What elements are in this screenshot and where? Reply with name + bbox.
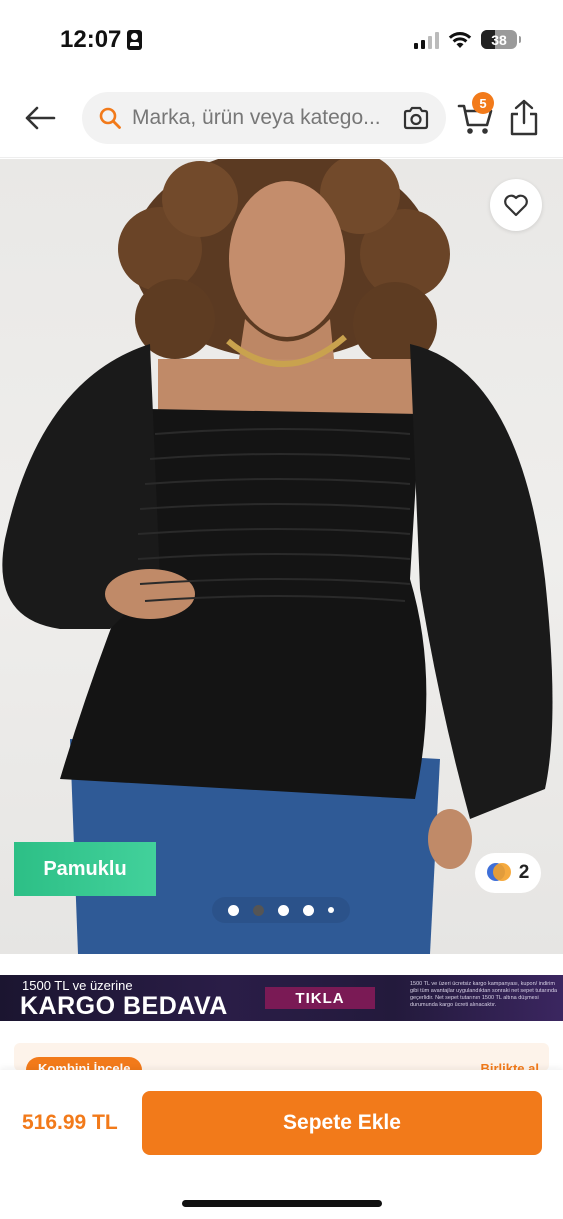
cellular-signal-icon	[414, 31, 439, 49]
promo-click-button[interactable]: TIKLA	[265, 987, 375, 1009]
cart-count-badge: 5	[472, 92, 494, 114]
home-indicator[interactable]	[182, 1200, 382, 1207]
battery-icon: 38	[481, 30, 521, 49]
search-icon	[98, 106, 122, 130]
combine-button[interactable]: Kombini İncele	[26, 1057, 143, 1071]
wifi-icon	[448, 31, 472, 48]
material-tag: Pamuklu	[14, 842, 156, 896]
battery-percent: 38	[491, 31, 507, 48]
color-options-button[interactable]: 2	[475, 853, 541, 893]
contact-card-icon	[127, 30, 143, 50]
carousel-dot[interactable]	[278, 904, 289, 916]
search-input[interactable]	[132, 106, 390, 130]
search-bar[interactable]	[82, 92, 446, 144]
bottom-action-bar: 516.99 TL Sepete Ekle	[0, 1070, 563, 1219]
camera-search-icon[interactable]	[402, 105, 430, 131]
carousel-dot[interactable]	[253, 904, 264, 916]
color-count: 2	[518, 862, 530, 883]
free-shipping-banner[interactable]: 1500 TL ve üzerine KARGO BEDAVA TIKLA 15…	[0, 975, 563, 1021]
heart-icon	[504, 194, 528, 217]
promo-fine-print: 1500 TL ve üzeri ücretsiz kargo kampanya…	[410, 981, 558, 1008]
back-button[interactable]	[20, 98, 60, 138]
promo-title: KARGO BEDAVA	[20, 992, 228, 1020]
status-bar: 12:07 38	[0, 0, 563, 80]
color-swatch-icon	[486, 863, 511, 883]
clock-text: 12:07	[60, 26, 122, 53]
image-carousel-indicator[interactable]	[212, 897, 350, 923]
promo-threshold-text: 1500 TL ve üzerine	[22, 978, 133, 993]
product-price: 516.99 TL	[22, 1111, 118, 1134]
combine-section: Kombini İncele Birlikte al	[14, 1043, 549, 1071]
favorite-button[interactable]	[490, 179, 542, 231]
status-time: 12:07	[60, 26, 143, 54]
carousel-dot[interactable]	[228, 904, 239, 916]
back-arrow-icon	[25, 106, 56, 130]
share-button[interactable]	[506, 98, 542, 138]
share-icon	[510, 99, 538, 136]
carousel-dot[interactable]	[328, 907, 334, 913]
product-image[interactable]	[0, 159, 563, 954]
product-photo	[2, 159, 553, 954]
status-indicators: 38	[414, 30, 521, 49]
add-to-cart-button[interactable]: Sepete Ekle	[142, 1091, 542, 1155]
carousel-dot[interactable]	[303, 904, 314, 916]
top-nav: 5	[0, 80, 563, 158]
